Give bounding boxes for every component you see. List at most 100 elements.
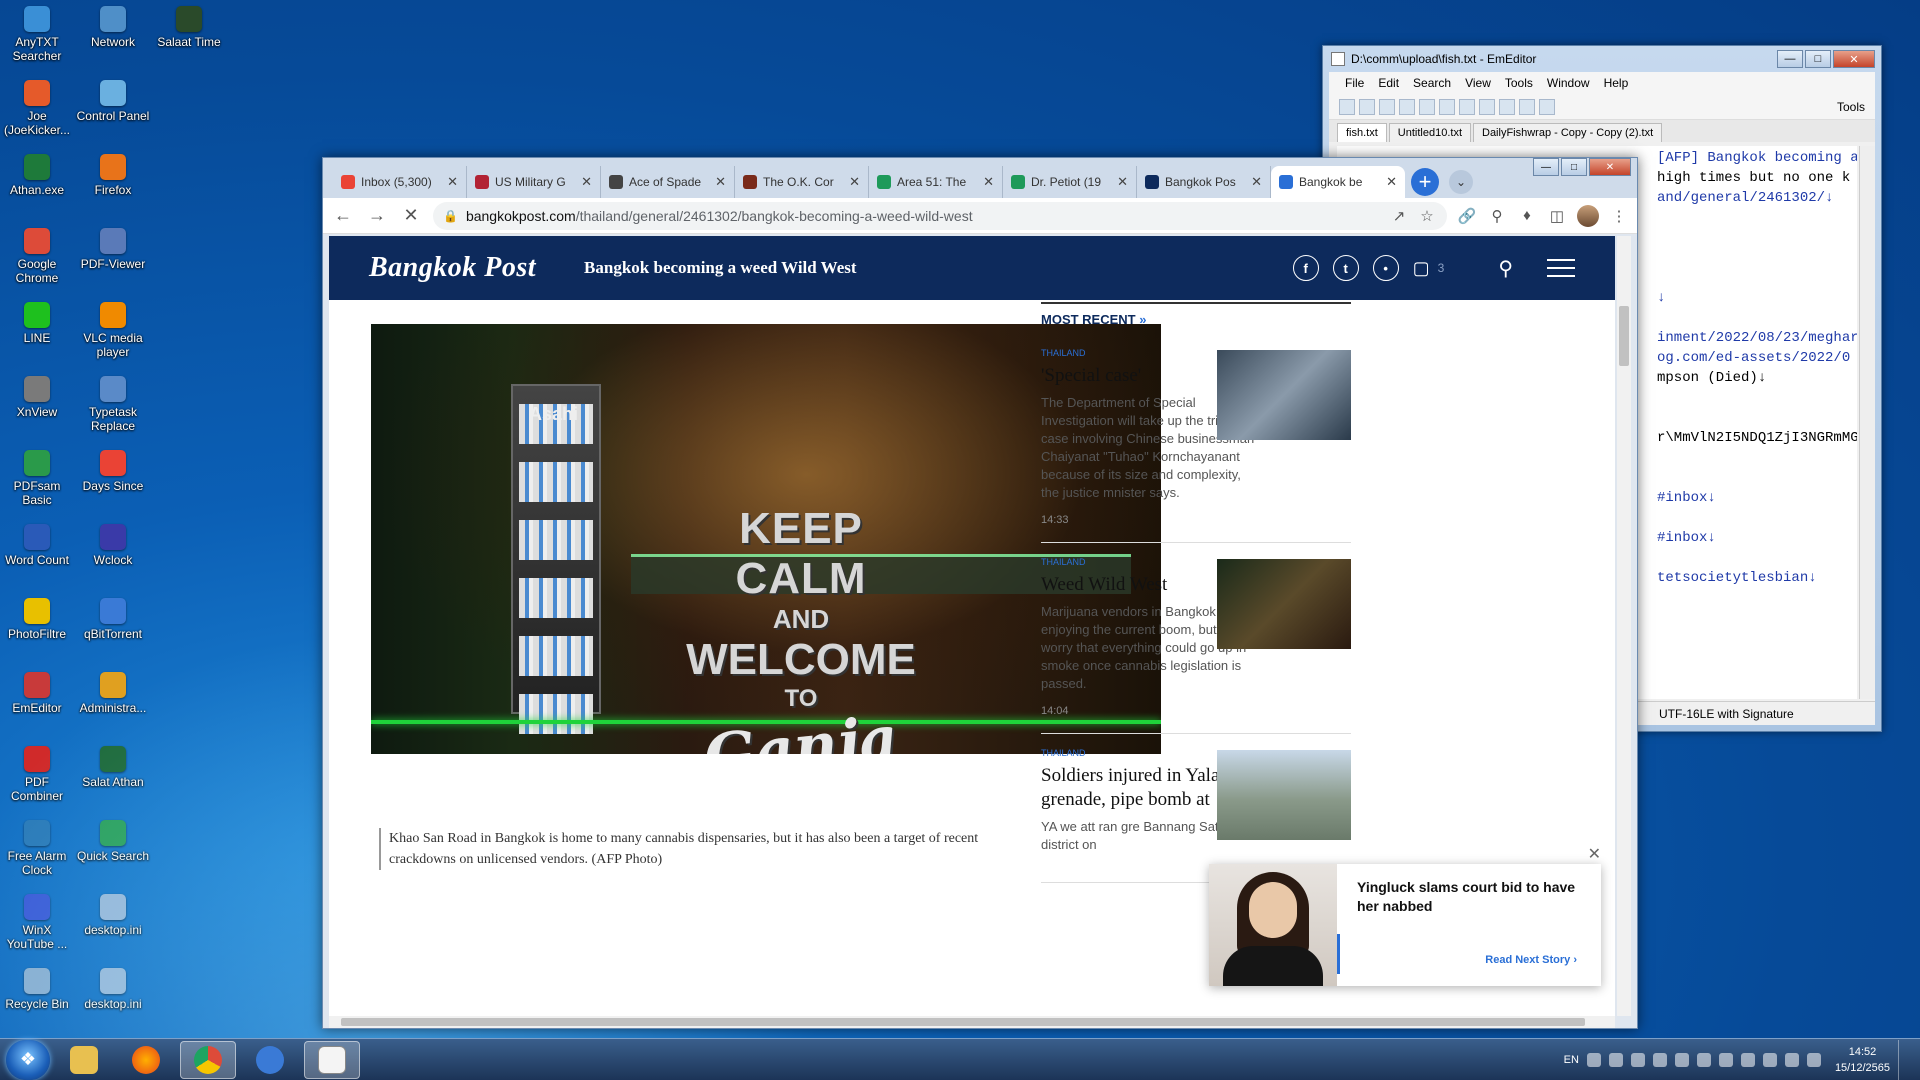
tab-close-icon[interactable]: ✕ xyxy=(581,174,592,190)
print-icon[interactable] xyxy=(1399,98,1415,115)
desktop-icon[interactable]: XnView xyxy=(0,376,74,419)
show-desktop-button[interactable] xyxy=(1898,1039,1910,1080)
story-item[interactable]: THAILAND 'Special case' The Department of … xyxy=(1041,334,1351,543)
story-thumbnail[interactable] xyxy=(1217,350,1351,440)
desktop-icon[interactable]: Firefox xyxy=(76,154,150,197)
story-headline[interactable]: 'Special case' xyxy=(1041,364,1226,388)
desktop-icon[interactable]: WinX YouTube ... xyxy=(0,894,74,951)
copy-icon[interactable] xyxy=(1439,98,1455,115)
menu-help[interactable]: Help xyxy=(1604,76,1629,90)
tray-icon[interactable] xyxy=(1608,1052,1623,1067)
maximize-button[interactable]: □ xyxy=(1805,50,1831,68)
search-extension-icon[interactable]: ⚲ xyxy=(1487,206,1507,226)
desktop-icon[interactable]: Control Panel xyxy=(76,80,150,123)
new-tab-button[interactable]: + xyxy=(1411,168,1439,196)
menu-tools[interactable]: Tools xyxy=(1505,76,1533,90)
desktop-icon[interactable]: desktop.ini xyxy=(76,894,150,937)
desktop-icon[interactable]: Salat Athan xyxy=(76,746,150,789)
close-button[interactable]: ✕ xyxy=(1833,50,1875,68)
browser-tab[interactable]: Bangkok be ✕ xyxy=(1271,166,1405,198)
tools-toolbar-label[interactable]: Tools xyxy=(1837,100,1865,114)
story-headline[interactable]: Soldiers injured in Yala grenade, pipe b… xyxy=(1041,764,1226,812)
tray-icon[interactable] xyxy=(1718,1052,1733,1067)
start-button[interactable]: ❖ xyxy=(6,1039,50,1080)
encoding-status[interactable]: UTF-16LE with Signature xyxy=(1659,707,1794,721)
desktop-icon[interactable]: Wclock xyxy=(76,524,150,567)
tray-icon[interactable] xyxy=(1784,1052,1799,1067)
desktop-icon[interactable]: Administra... xyxy=(76,672,150,715)
tab-dailyfishwrap[interactable]: DailyFishwrap - Copy - Copy (2).txt xyxy=(1473,123,1663,142)
menu-window[interactable]: Window xyxy=(1547,76,1590,90)
browser-tab[interactable]: Dr. Petiot (19 ✕ xyxy=(1003,166,1137,198)
new-file-icon[interactable] xyxy=(1339,98,1355,115)
popup-close-icon[interactable]: ✕ xyxy=(1588,844,1601,864)
read-next-popup[interactable]: ✕ Yingluck slams court bid to have her n… xyxy=(1209,846,1601,986)
story-item[interactable]: THAILAND Soldiers injured in Yala grenade… xyxy=(1041,734,1351,883)
open-file-icon[interactable] xyxy=(1359,98,1375,115)
desktop-icon[interactable]: PhotoFiltre xyxy=(0,598,74,641)
desktop-icon[interactable]: Google Chrome xyxy=(0,228,74,285)
url-text[interactable]: bangkokpost.com/thailand/general/2461302… xyxy=(466,208,1381,224)
replace-icon[interactable] xyxy=(1539,98,1555,115)
browser-tab[interactable]: Area 51: The ✕ xyxy=(869,166,1003,198)
tab-close-icon[interactable]: ✕ xyxy=(1117,174,1128,190)
profile-avatar[interactable] xyxy=(1577,204,1599,227)
menu-search[interactable]: Search xyxy=(1413,76,1451,90)
tab-close-icon[interactable]: ✕ xyxy=(983,174,994,190)
page-horizontal-scrollbar[interactable] xyxy=(329,1016,1615,1028)
story-headline[interactable]: Weed Wild West xyxy=(1041,573,1226,597)
link-extension-icon[interactable]: 🔗 xyxy=(1457,206,1477,226)
volume-icon[interactable] xyxy=(1674,1052,1689,1067)
lock-icon[interactable]: 🔒 xyxy=(443,209,458,223)
story-item[interactable]: THAILAND Weed Wild West Marijuana vendors … xyxy=(1041,543,1351,734)
clock[interactable]: 14:52 15/12/2565 xyxy=(1835,1044,1890,1076)
tab-close-icon[interactable]: ✕ xyxy=(447,174,458,190)
minimize-button[interactable]: — xyxy=(1777,50,1803,68)
browser-tab[interactable]: Ace of Spade ✕ xyxy=(601,166,735,198)
taskbar-firefox[interactable] xyxy=(118,1041,174,1079)
popup-thumbnail[interactable] xyxy=(1209,864,1337,986)
browser-tab[interactable]: The O.K. Cor ✕ xyxy=(735,166,869,198)
desktop-icon[interactable]: VLC media player xyxy=(76,302,150,359)
share-icon[interactable]: ↗ xyxy=(1389,206,1409,226)
tab-close-icon[interactable]: ✕ xyxy=(849,174,860,190)
back-arrow-icon[interactable]: ← xyxy=(331,204,355,228)
desktop-icon[interactable]: Salaat Time xyxy=(152,6,226,49)
chrome-close-button[interactable]: ✕ xyxy=(1589,158,1631,176)
tab-close-icon[interactable]: ✕ xyxy=(1386,174,1397,190)
popup-headline[interactable]: Yingluck slams court bid to have her nab… xyxy=(1357,878,1581,916)
menu-edit[interactable]: Edit xyxy=(1378,76,1399,90)
desktop-icon[interactable]: Joe (JoeKicker... xyxy=(0,80,74,137)
network-icon[interactable] xyxy=(1696,1052,1711,1067)
comment-icon[interactable]: ▢ xyxy=(1413,258,1430,279)
chrome-maximize-button[interactable]: □ xyxy=(1561,158,1587,176)
twitter-icon[interactable]: t xyxy=(1332,255,1359,281)
desktop-icon[interactable]: LINE xyxy=(0,302,74,345)
menu-kebab-icon[interactable]: ⋮ xyxy=(1609,206,1629,226)
paste-icon[interactable] xyxy=(1459,98,1475,115)
hamburger-menu-icon[interactable] xyxy=(1547,259,1575,277)
desktop-icon[interactable]: PDFsam Basic xyxy=(0,450,74,507)
taskbar-explorer[interactable] xyxy=(56,1041,112,1079)
bangkok-post-logo[interactable]: Bangkok Post xyxy=(369,252,536,284)
tray-icon[interactable] xyxy=(1806,1052,1821,1067)
taskbar-emeditor[interactable] xyxy=(304,1040,360,1079)
chrome-minimize-button[interactable]: — xyxy=(1533,158,1559,176)
desktop-icon[interactable]: PDF-Viewer xyxy=(76,228,150,271)
desktop-icon[interactable]: desktop.ini xyxy=(76,968,150,1011)
story-thumbnail[interactable] xyxy=(1217,559,1351,649)
desktop-icon[interactable]: Athan.exe xyxy=(0,154,74,197)
story-thumbnail[interactable] xyxy=(1217,750,1351,840)
save-icon[interactable] xyxy=(1379,98,1395,115)
menu-view[interactable]: View xyxy=(1465,76,1491,90)
extensions-puzzle-icon[interactable]: ♦ xyxy=(1517,206,1537,226)
taskbar-qbittorrent[interactable] xyxy=(242,1041,298,1079)
desktop-icon[interactable]: Network xyxy=(76,6,150,49)
desktop-icon[interactable]: Recycle Bin xyxy=(0,968,74,1011)
forward-arrow-icon[interactable]: → xyxy=(365,204,389,228)
taskbar-chrome[interactable] xyxy=(180,1040,236,1079)
tray-icon[interactable] xyxy=(1630,1052,1645,1067)
chrome-window[interactable]: Inbox (5,300) ✕ US Military G ✕ Ace of Spade… xyxy=(322,157,1638,1029)
side-panel-icon[interactable]: ◫ xyxy=(1547,206,1567,226)
tray-icon[interactable] xyxy=(1652,1052,1667,1067)
